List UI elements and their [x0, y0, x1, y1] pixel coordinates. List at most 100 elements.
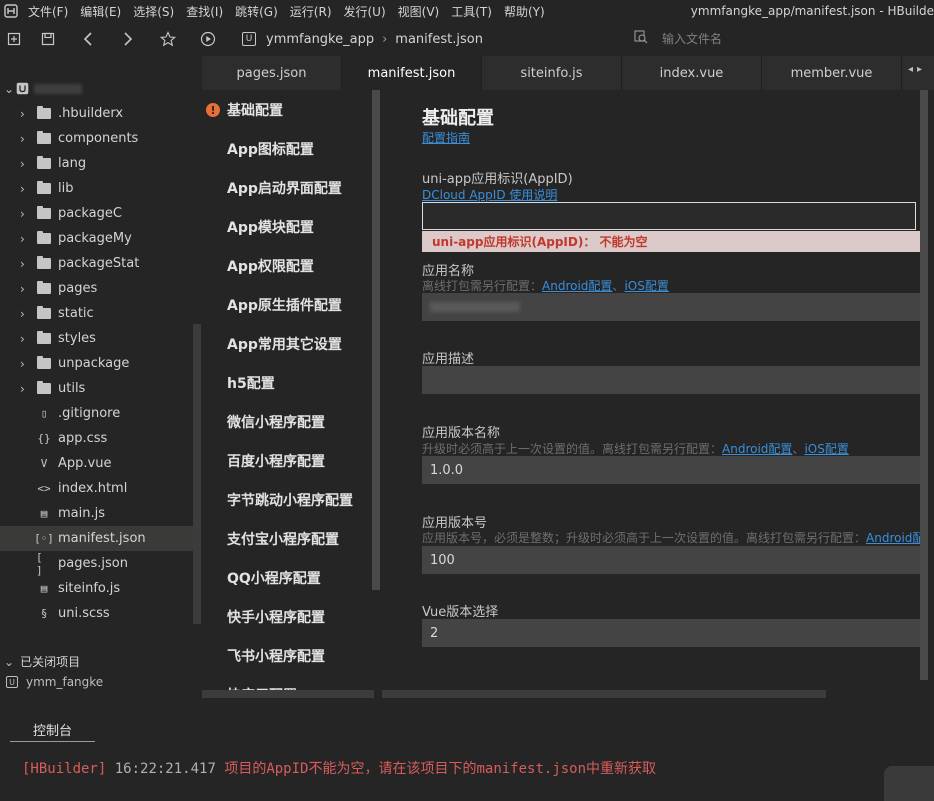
version-code-input[interactable]: 100 — [422, 546, 922, 574]
closed-projects-header[interactable]: ⌄ 已关闭项目 — [4, 653, 80, 670]
chevron-right-icon[interactable]: › — [20, 157, 30, 171]
menu-help[interactable]: 帮助(Y) — [498, 3, 551, 20]
tab-manifest-json[interactable]: manifest.json — [342, 56, 482, 90]
appid-help-link[interactable]: DCloud AppID 使用说明 — [422, 186, 557, 203]
tree-file[interactable]: V App.vue — [0, 451, 193, 476]
menu-file[interactable]: 文件(F) — [22, 3, 74, 20]
tree-folder[interactable]: › packageStat — [0, 251, 193, 276]
config-nav-item[interactable]: App原生插件配置 — [227, 295, 342, 315]
config-nav-item[interactable]: App启动界面配置 — [227, 178, 342, 198]
config-nav-scrollbar[interactable] — [372, 90, 380, 590]
appid-input[interactable] — [422, 202, 916, 230]
chevron-right-icon[interactable]: › — [20, 232, 30, 246]
config-nav-item[interactable]: h5配置 — [227, 373, 275, 393]
config-nav-item[interactable]: App图标配置 — [227, 139, 314, 159]
app-name-input[interactable] — [422, 293, 922, 321]
tree-folder[interactable]: › components — [0, 126, 193, 151]
android-config-link[interactable]: Android配置 — [542, 279, 612, 293]
menu-view[interactable]: 视图(V) — [392, 3, 446, 20]
chevron-right-icon[interactable]: › — [20, 182, 30, 196]
android-config-link[interactable]: Android配 — [866, 531, 924, 545]
config-nav-item[interactable]: App常用其它设置 — [227, 334, 342, 354]
tree-folder[interactable]: › static — [0, 301, 193, 326]
menu-goto[interactable]: 跳转(G) — [229, 3, 284, 20]
config-guide-link[interactable]: 配置指南 — [422, 129, 470, 146]
form-hscrollbar[interactable] — [382, 690, 826, 698]
tab-scroll-arrows-icon[interactable]: ◂▸ — [908, 64, 926, 75]
tree-folder[interactable]: › packageC — [0, 201, 193, 226]
tab-pages-json[interactable]: pages.json — [202, 56, 342, 90]
chevron-right-icon[interactable]: › — [20, 207, 30, 221]
tree-file[interactable]: ▯ .gitignore — [0, 401, 193, 426]
forward-icon[interactable] — [108, 22, 148, 56]
menu-tools[interactable]: 工具(T) — [445, 3, 498, 20]
config-nav-item[interactable]: QQ小程序配置 — [227, 568, 321, 588]
tree-file[interactable]: [ ] pages.json — [0, 551, 193, 577]
run-icon[interactable] — [188, 22, 228, 56]
menu-run[interactable]: 运行(R) — [284, 3, 338, 20]
config-nav-item[interactable]: 基础配置 — [227, 100, 283, 120]
vue-version-select[interactable]: 2 — [422, 619, 922, 647]
menu-edit[interactable]: 编辑(E) — [74, 3, 127, 20]
chevron-right-icon[interactable]: › — [20, 282, 30, 296]
save-icon[interactable] — [28, 22, 68, 56]
version-code-hint: 应用版本号，必须是整数；升级时必须高于上一次设置的值。离线打包需另行配置：And… — [422, 529, 924, 546]
tree-folder[interactable]: › pages — [0, 276, 193, 301]
tree-file[interactable]: ▤ siteinfo.js — [0, 576, 193, 601]
chevron-right-icon[interactable]: › — [20, 107, 30, 121]
ios-config-link[interactable]: iOS配置 — [624, 279, 668, 293]
tree-file[interactable]: {} app.css — [0, 426, 193, 451]
tree-folder[interactable]: › packageMy — [0, 226, 193, 251]
menu-select[interactable]: 选择(S) — [127, 3, 180, 20]
config-nav-item[interactable]: App模块配置 — [227, 217, 314, 237]
breadcrumb-project[interactable]: ymmfangke_app — [266, 32, 374, 47]
chevron-right-icon[interactable]: › — [20, 332, 30, 346]
search-input[interactable]: 输入文件名 — [662, 30, 722, 47]
android-config-link[interactable]: Android配置 — [722, 442, 792, 456]
tree-file[interactable]: [◦] manifest.json — [0, 526, 193, 551]
app-desc-input[interactable] — [422, 366, 922, 394]
config-nav-item[interactable]: 快手小程序配置 — [227, 607, 325, 627]
tab-member-vue[interactable]: member.vue — [762, 56, 902, 90]
new-file-icon[interactable] — [0, 22, 28, 56]
tab-siteinfo-js[interactable]: siteinfo.js — [482, 56, 622, 90]
console-message: 项目的AppID不能为空，请在该项目下的manifest.json中重新获取 — [224, 761, 657, 777]
config-nav-item[interactable]: 微信小程序配置 — [227, 412, 325, 432]
sidebar-scrollbar[interactable] — [193, 324, 201, 624]
tree-folder[interactable]: › unpackage — [0, 351, 193, 376]
config-nav-item[interactable]: App权限配置 — [227, 256, 314, 276]
tab-index-vue[interactable]: index.vue — [622, 56, 762, 90]
version-name-input[interactable]: 1.0.0 — [422, 456, 922, 484]
breadcrumb-file[interactable]: manifest.json — [395, 32, 483, 47]
menu-find[interactable]: 查找(I) — [180, 3, 229, 20]
chevron-right-icon[interactable]: › — [20, 382, 30, 396]
tree-folder[interactable]: › styles — [0, 326, 193, 351]
chevron-right-icon[interactable]: › — [20, 257, 30, 271]
tree-project-root[interactable]: ⌄ — [0, 76, 193, 101]
config-nav-item[interactable]: 百度小程序配置 — [227, 451, 325, 471]
tree-file[interactable]: § uni.scss — [0, 601, 193, 626]
ios-config-link[interactable]: iOS配置 — [804, 442, 848, 456]
console-panel: 控制台 [HBuilder] 16:22:21.417 项目的AppID不能为空… — [0, 698, 934, 801]
tree-folder[interactable]: › lib — [0, 176, 193, 201]
chevron-right-icon[interactable]: › — [20, 357, 30, 371]
menu-publish[interactable]: 发行(U) — [338, 3, 392, 20]
form-scrollbar[interactable] — [920, 90, 928, 680]
file-search[interactable]: 输入文件名 — [634, 30, 722, 47]
config-nav-item[interactable]: 支付宝小程序配置 — [227, 529, 339, 549]
config-nav-hscrollbar[interactable] — [202, 690, 374, 698]
chevron-right-icon[interactable]: › — [20, 307, 30, 321]
tree-folder[interactable]: › utils — [0, 376, 193, 401]
config-nav-item[interactable]: 字节跳动小程序配置 — [227, 490, 353, 510]
star-icon[interactable] — [148, 22, 188, 56]
file-icon: {} — [37, 432, 51, 445]
chevron-right-icon[interactable]: › — [20, 132, 30, 146]
tree-folder[interactable]: › .hbuilderx — [0, 101, 193, 126]
closed-project-item[interactable]: U ymm_fangke — [6, 675, 103, 689]
console-tab[interactable]: 控制台 — [10, 720, 95, 742]
back-icon[interactable] — [68, 22, 108, 56]
tree-folder[interactable]: › lang — [0, 151, 193, 176]
tree-file[interactable]: ▤ main.js — [0, 501, 193, 526]
tree-file[interactable]: <> index.html — [0, 476, 193, 501]
config-nav-item[interactable]: 飞书小程序配置 — [227, 646, 325, 666]
